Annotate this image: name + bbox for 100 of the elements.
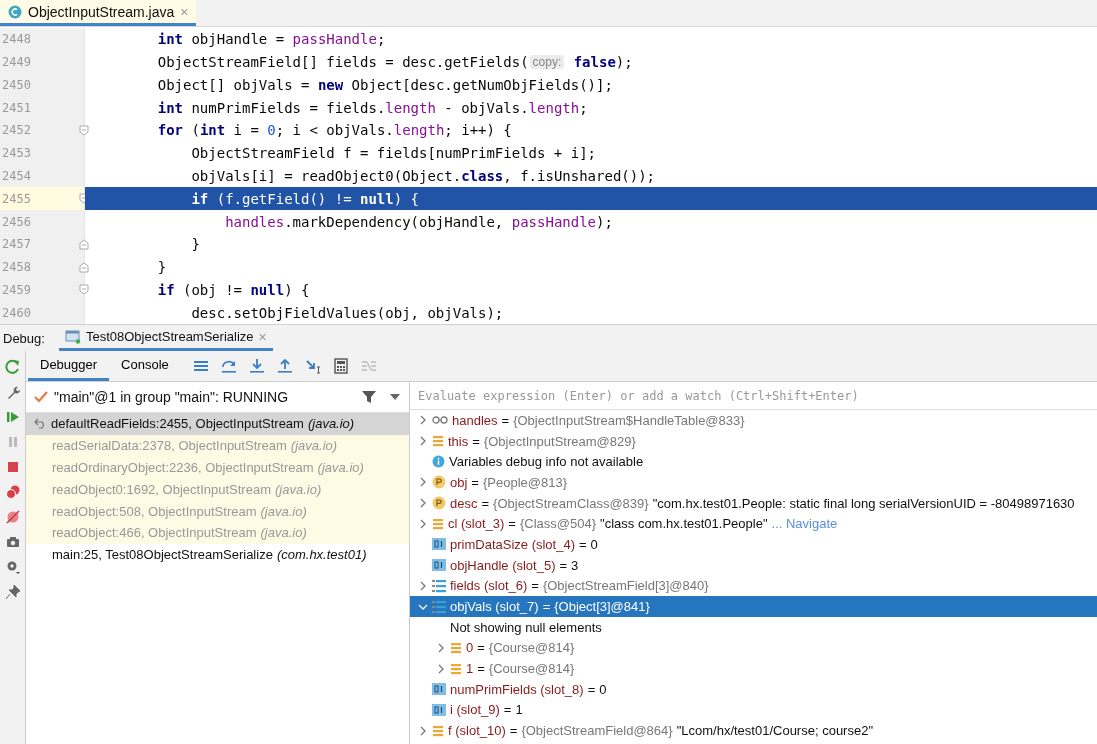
step-into-icon[interactable]	[248, 358, 265, 374]
variable-value: {ObjectInputStream@829}	[483, 433, 636, 449]
variable-row[interactable]: obj = {People@813}	[410, 472, 1097, 493]
glasses-icon	[432, 415, 448, 426]
variable-name: i (slot_9)	[450, 702, 500, 718]
frame-method: readSerialData:2378, ObjectInputStream	[52, 438, 287, 454]
variable-value: {ObjectStreamField@864}	[521, 723, 673, 739]
line-number: 2456	[1, 214, 31, 229]
equals-sign: =	[471, 474, 479, 490]
class-icon	[8, 4, 22, 19]
array-icon	[432, 578, 446, 593]
equals-sign: =	[477, 661, 485, 677]
value-string: "com.hx.test01.People: static final long serialVersionUID = -80498971630	[652, 495, 1075, 511]
variable-row[interactable]: this = {ObjectInputStream@829}	[410, 430, 1097, 452]
variable-row[interactable]: f (slot_10) = {ObjectStreamField@864} "Lcom/hx/test01/Course; course2"	[410, 720, 1097, 741]
variable-value: 3	[571, 557, 579, 573]
breakpoints-icon[interactable]	[4, 484, 21, 500]
info-icon	[432, 455, 445, 469]
binary-icon	[432, 559, 446, 572]
variable-name: 0	[466, 640, 474, 656]
stack-frame[interactable]: defaultReadFields:2455, ObjectInputStream (java.io)	[26, 413, 409, 435]
step-out-icon[interactable]	[276, 358, 293, 374]
variable-value: {People@813}	[482, 474, 567, 490]
variable-row[interactable]: 0 = {Course@814}	[410, 637, 1097, 659]
frame-package: (java.io)	[307, 416, 355, 432]
variable-name: objHandle (slot_5)	[450, 557, 556, 573]
session-title: Test08ObjectStreamSerialize	[85, 329, 254, 344]
equals-sign: =	[501, 412, 510, 428]
tab-title: ObjectInputStream.java	[28, 3, 175, 20]
line-number: 2459	[1, 282, 31, 297]
variable-value: {Object[3]@841}	[554, 599, 650, 615]
variable-value: {ObjectStreamClass@839}	[493, 495, 649, 511]
line-number: 2454	[1, 168, 31, 183]
mute-breakpoints-icon[interactable]	[4, 509, 21, 525]
line-number: 2458	[1, 260, 31, 275]
variable-name: objVals (slot_7)	[450, 599, 539, 615]
code-line: }	[190, 235, 201, 255]
binary-icon	[432, 703, 446, 716]
frame-method: readObject:466, ObjectInputStream	[52, 525, 257, 541]
variable-name: primDataSize (slot_4)	[450, 536, 575, 552]
fold-marker-icon[interactable]	[79, 261, 89, 273]
pin-icon[interactable]	[4, 584, 21, 600]
code-line: if (obj != null) {	[156, 280, 311, 300]
line-number: 2452	[1, 123, 31, 138]
variable-row[interactable]: handles = {ObjectInputStream$HandleTable@833}	[410, 410, 1097, 431]
rerun-icon[interactable]	[4, 359, 21, 375]
list-icon	[450, 641, 462, 654]
frame-method: readObject0:1692, ObjectInputStream	[52, 481, 271, 497]
variable-row[interactable]: objHandle (slot_5) = 3	[410, 554, 1097, 576]
variable-row[interactable]: desc = {ObjectStreamClass@839} "com.hx.test01.People: static final long serialVersionUID = -80498971630	[410, 492, 1097, 514]
variable-row[interactable]: numPrimFields (slot_8) = 0	[410, 678, 1097, 700]
variable-name: obj	[450, 474, 468, 490]
debugger-tab[interactable]: Console	[109, 351, 181, 381]
step-over-icon[interactable]	[220, 358, 237, 374]
equals-sign: =	[472, 433, 480, 449]
frame-package: (java.io)	[260, 503, 307, 519]
window-icon	[64, 329, 81, 344]
variable-row[interactable]: 1 = {Course@814}	[410, 658, 1097, 679]
variable-row[interactable]: i (slot_9) = 1	[410, 699, 1097, 721]
fold-marker-icon[interactable]	[79, 124, 89, 136]
variable-row[interactable]: cl (slot_3) = {Class@504} "class com.hx.test01.People" ... Navigate	[410, 513, 1097, 535]
thread-selector[interactable]: "main"@1 in group "main": RUNNING	[54, 389, 355, 405]
variable-row[interactable]: Variables debug info not available	[410, 451, 1097, 473]
list-icon	[432, 724, 444, 737]
dropdown-arrow-icon[interactable]	[389, 393, 401, 401]
filter-icon[interactable]	[361, 389, 377, 405]
frame-package: (java.io)	[274, 481, 322, 497]
code-line: int numPrimFields = fields.length - objVals.length;	[156, 98, 589, 118]
resume-icon[interactable]	[4, 409, 21, 425]
line-number: 2453	[1, 146, 31, 161]
code-line: handles.markDependency(objHandle, passHandle);	[224, 212, 614, 232]
variable-row[interactable]: objVals (slot_7) = {Object[3]@841}	[410, 596, 1097, 617]
frame-package: (com.hx.test01)	[276, 547, 367, 563]
variable-name: fields (slot_6)	[450, 578, 528, 594]
fold-marker-icon[interactable]	[79, 238, 89, 250]
frame-method: readOrdinaryObject:2236, ObjectInputStream	[52, 460, 314, 475]
editor-tab[interactable]: ObjectInputStream.java ×	[0, 0, 197, 26]
calculator-icon[interactable]	[332, 358, 349, 374]
fold-marker-icon[interactable]	[79, 284, 89, 296]
frame-method: defaultReadFields:2455, ObjectInputStream	[51, 416, 304, 432]
equals-sign: =	[587, 681, 596, 697]
list-icon	[450, 662, 462, 675]
equals-sign: =	[542, 599, 551, 615]
variable-name: 1	[466, 661, 474, 677]
equals-sign: =	[509, 723, 518, 739]
frame-method: main:25, Test08ObjectStreamSerialize	[52, 547, 273, 563]
variable-value: {ObjectStreamField[3]@840}	[542, 578, 709, 594]
value-string: "Lcom/hx/test01/Course; course2"	[676, 723, 874, 739]
variable-value: 0	[599, 681, 607, 697]
camera-icon[interactable]	[4, 534, 21, 550]
line-number: 2450	[1, 77, 31, 92]
variable-row[interactable]: primDataSize (slot_4) = 0	[410, 534, 1097, 555]
variable-row[interactable]: Not showing null elements	[410, 616, 1097, 638]
code-line: desc.setObjFieldValues(obj, objVals);	[190, 303, 505, 323]
debug-label: Debug:	[3, 330, 45, 346]
variable-row[interactable]: fields (slot_6) = {ObjectStreamField[3]@840}	[410, 575, 1097, 597]
run-to-cursor-icon[interactable]	[304, 358, 321, 374]
menu-icon[interactable]	[192, 358, 209, 374]
binary-icon	[432, 683, 446, 696]
debugger-tab[interactable]: Debugger	[28, 351, 110, 381]
